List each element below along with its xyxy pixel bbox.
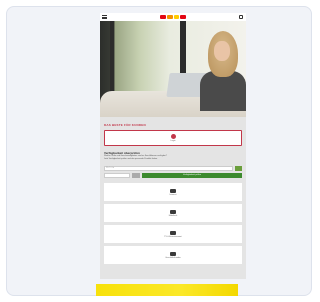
address-search-row: PLZ / Ort: [104, 166, 242, 171]
phone-icon: [170, 209, 176, 214]
menu-icon[interactable]: [102, 15, 107, 19]
tv-icon: [170, 230, 176, 235]
brand-logo[interactable]: [160, 15, 186, 19]
hero-person-body: [200, 71, 246, 111]
tile-tv[interactable]: TV & Entertainment: [104, 225, 242, 243]
hero-image: [100, 21, 246, 117]
section-title: DAS BESTE FÜR KUNDEN: [104, 123, 146, 127]
check-availability-button[interactable]: Verfügbarkeit prüfen: [142, 173, 242, 178]
address-go-button[interactable]: [235, 166, 242, 171]
tile-label: Mobilfunk: [168, 214, 178, 217]
briefcase-icon: [170, 251, 176, 256]
login-label: Login: [170, 140, 176, 142]
yellow-promo-banner[interactable]: [96, 284, 238, 296]
tile-mobile[interactable]: Mobilfunk: [104, 204, 242, 222]
availability-info: Verfügbarkeit überprüfen Welche Tarife u…: [100, 146, 246, 163]
address-search-row-2: Verfügbarkeit prüfen: [104, 173, 242, 178]
tile-internet[interactable]: Internet: [104, 183, 242, 201]
tile-business[interactable]: Geschäftskunden: [104, 246, 242, 264]
cart-icon[interactable]: [239, 15, 243, 19]
tile-label: Internet: [169, 193, 177, 196]
availability-line-2: Jetzt Verfügbarkeit prüfen und das passe…: [104, 158, 158, 160]
mobile-page-preview: DAS BESTE FÜR KUNDEN Login Verfügbarkeit…: [100, 13, 246, 279]
house-icon: [170, 188, 176, 193]
login-card[interactable]: Login: [104, 130, 242, 146]
address-input[interactable]: PLZ / Ort: [104, 166, 233, 171]
hero-person-face: [214, 41, 230, 61]
top-bar: [100, 13, 246, 21]
preview-card: DAS BESTE FÜR KUNDEN Login Verfügbarkeit…: [6, 6, 312, 296]
reset-button[interactable]: [132, 173, 140, 178]
tile-label: TV & Entertainment: [164, 235, 182, 238]
house-number-input[interactable]: [104, 173, 130, 178]
user-circle-icon: [170, 134, 176, 139]
tile-label: Geschäftskunden: [165, 256, 181, 259]
product-tiles: Internet Mobilfunk TV & Entertainment Ge…: [100, 183, 246, 264]
